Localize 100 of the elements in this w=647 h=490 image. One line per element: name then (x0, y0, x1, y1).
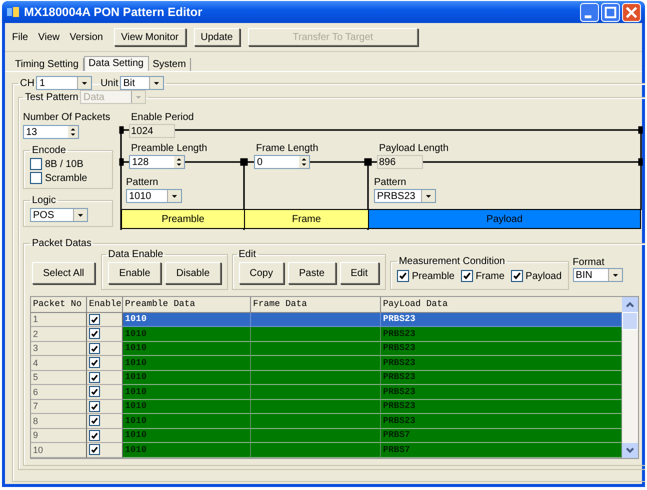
spin-arrows-icon[interactable] (174, 156, 184, 168)
pattern-label: Pattern (126, 177, 158, 188)
table-row[interactable]: 8 1010 PRBS23 (31, 414, 622, 428)
measurement-condition-label: Measurement Condition (398, 256, 506, 267)
table-cell: 4 (31, 356, 87, 370)
maximize-button[interactable] (601, 2, 620, 22)
column-header[interactable]: Preamble Data (123, 297, 251, 312)
enable-checkbox[interactable] (89, 372, 100, 383)
enable-button[interactable]: Disable (165, 262, 221, 284)
edit-button[interactable]: Paste (288, 262, 336, 284)
table-cell: PRBS23 (381, 414, 622, 428)
enable-checkbox[interactable] (89, 328, 100, 340)
table-cell: PRBS23 (381, 327, 622, 342)
pattern-dropdown[interactable]: PRBS23 (374, 189, 436, 203)
table-cell: 1010 (123, 312, 251, 327)
unit-label: Unit (100, 78, 118, 88)
packet-datas-label: Packet Datas (31, 238, 92, 249)
pattern-dropdown[interactable]: 1010 (126, 189, 182, 203)
select-all-button[interactable]: Select All (32, 262, 96, 284)
enable-period-field: 1024 (129, 124, 175, 138)
table-cell: 1 (31, 312, 87, 327)
enable-checkbox[interactable] (89, 386, 100, 398)
preamble-length-spinbox[interactable]: 128 (129, 155, 185, 169)
column-header[interactable]: Packet No (31, 297, 87, 312)
column-header[interactable]: Frame Data (251, 297, 381, 312)
edit-button[interactable]: Edit (340, 262, 379, 284)
edit-label: Edit (238, 249, 257, 260)
tab[interactable]: System (148, 58, 191, 71)
test-pattern-label: Test Pattern (25, 92, 78, 102)
menu-item[interactable]: Version (66, 32, 106, 42)
format-label: Format (572, 257, 606, 268)
enable-checkbox[interactable] (89, 400, 100, 412)
segment-bar: Frame (245, 210, 369, 228)
enable-button[interactable]: Enable (108, 262, 162, 284)
menu-item[interactable]: View (35, 32, 63, 42)
toolbar-button[interactable]: View Monitor (114, 28, 186, 46)
table-row[interactable]: 2 1010 PRBS23 (31, 327, 622, 342)
scroll-thumb[interactable] (622, 312, 638, 330)
table-cell: 7 (31, 400, 87, 414)
table-row[interactable]: 6 1010 PRBS23 (31, 385, 622, 400)
segment-bar: Payload (369, 210, 640, 228)
toolbar-button[interactable]: Update (194, 28, 240, 46)
encode-checkbox[interactable]: 8B / 10B (30, 158, 106, 170)
spin-arrows-icon[interactable] (299, 156, 309, 168)
payload-length-field: 896 (377, 155, 423, 169)
encode-checkbox[interactable]: Scramble (30, 172, 106, 184)
enable-checkbox[interactable] (89, 415, 100, 426)
enable-checkbox[interactable] (89, 444, 100, 456)
unit-dropdown[interactable]: Bit (120, 76, 164, 90)
encode-label: Encode (31, 145, 67, 156)
table-row[interactable]: 4 1010 PRBS23 (31, 356, 622, 370)
enable-checkbox[interactable] (89, 342, 100, 354)
edit-button[interactable]: Copy (238, 262, 284, 284)
logic-dropdown[interactable]: POS (30, 208, 88, 222)
table-row[interactable]: 3 1010 PRBS23 (31, 342, 622, 356)
checkmark-icon (462, 271, 472, 281)
table-row[interactable]: 1 1010 PRBS23 (31, 312, 622, 327)
format-dropdown[interactable]: BIN (572, 268, 623, 282)
enable-checkbox[interactable] (89, 430, 100, 441)
packets-label: Number Of Packets (23, 112, 112, 123)
measurement-checkbox[interactable]: Frame (460, 270, 505, 282)
table-cell: 2 (31, 327, 87, 342)
table-row[interactable]: 5 1010 PRBS23 (31, 370, 622, 385)
minimize-button[interactable] (580, 2, 599, 22)
table-cell: PRBS23 (381, 312, 622, 327)
tab[interactable]: Data Setting (84, 56, 149, 71)
enable-checkbox[interactable] (89, 314, 100, 325)
table-row[interactable]: 9 1010 PRBS7 (31, 428, 622, 443)
table-cell: 3 (31, 342, 87, 356)
enable-period-label: Enable Period (131, 112, 194, 123)
spin-arrows-icon[interactable] (68, 126, 78, 138)
data-enable-label: Data Enable (107, 249, 164, 260)
payload-length-label: Payload Length (379, 143, 449, 154)
table-cell: 1010 (123, 370, 251, 385)
scroll-down-icon[interactable] (622, 442, 638, 458)
channel-dropdown[interactable]: 1 (36, 76, 92, 90)
scroll-up-icon[interactable] (622, 297, 638, 312)
pattern-label: Pattern (374, 177, 406, 188)
table-cell: 1010 (123, 414, 251, 428)
close-button[interactable] (622, 2, 641, 22)
enable-checkbox[interactable] (89, 357, 100, 368)
packets-spinbox[interactable]: 13 (23, 125, 79, 139)
table-row[interactable]: 7 1010 PRBS23 (31, 400, 622, 414)
frame-length-spinbox[interactable]: 0 (254, 155, 310, 169)
table-cell: 1010 (123, 385, 251, 400)
segment-bar: Preamble (122, 210, 245, 228)
table-row[interactable]: 10 1010 PRBS7 (31, 443, 622, 458)
column-header[interactable]: PayLoad Data (381, 297, 622, 312)
measurement-checkbox[interactable]: Payload (510, 270, 562, 282)
column-header[interactable]: Enable (87, 297, 123, 312)
table-cell: PRBS23 (381, 342, 622, 356)
table-cell: 1010 (123, 443, 251, 458)
table-cell: PRBS23 (381, 356, 622, 370)
table-cell: 1010 (123, 356, 251, 370)
logic-label: Logic (31, 195, 57, 206)
measurement-checkbox[interactable]: Preamble (396, 270, 455, 282)
scrollbar[interactable] (622, 297, 638, 458)
table-cell: 5 (31, 370, 87, 385)
checkmark-icon (512, 271, 522, 281)
menu-item[interactable]: File (9, 32, 32, 42)
